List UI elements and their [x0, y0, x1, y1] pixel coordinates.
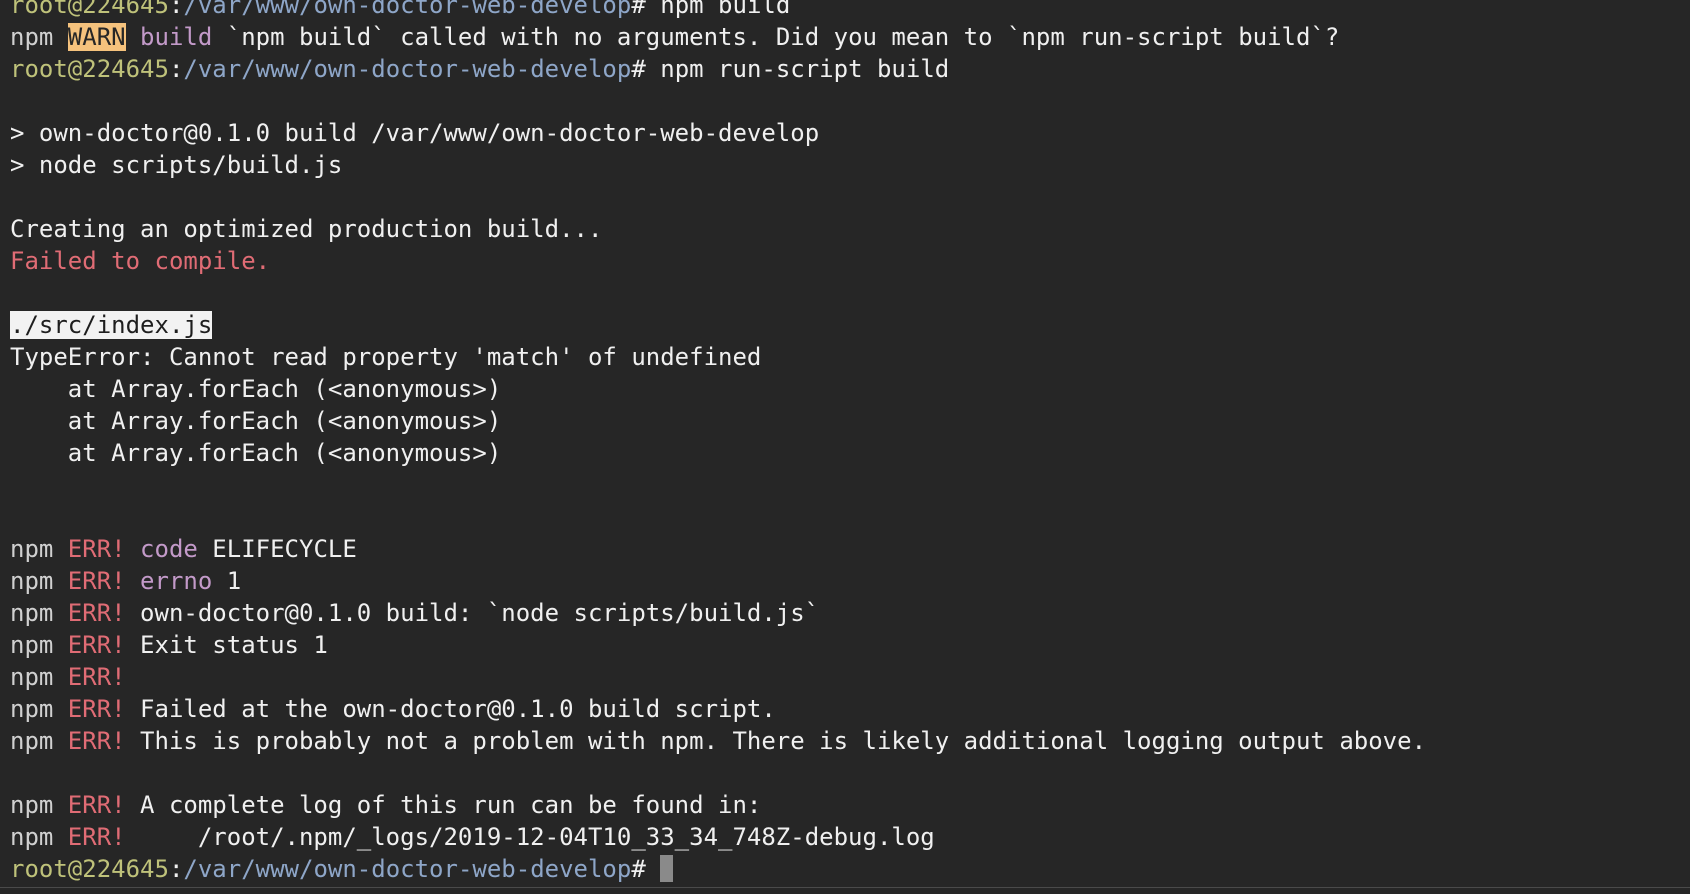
terminal-line: npm ERR! Exit status 1 — [10, 629, 1690, 661]
terminal-line: at Array.forEach (<anonymous>) — [10, 373, 1690, 405]
terminal-text-segment: ELIFECYCLE — [197, 535, 357, 563]
terminal-text-segment: Creating an optimized production build..… — [10, 215, 603, 243]
terminal-line: at Array.forEach (<anonymous>) — [10, 437, 1690, 469]
terminal-line: > own-doctor@0.1.0 build /var/www/own-do… — [10, 117, 1690, 149]
terminal-window[interactable]: root@224645:/var/www/own-doctor-web-deve… — [0, 0, 1690, 894]
terminal-text-segment: /var/www/own-doctor-web-develop — [183, 55, 632, 83]
terminal-text-segment: ERR! — [67, 727, 126, 755]
terminal-text-segment: at Array.forEach (<anonymous>) — [10, 407, 502, 435]
terminal-text-segment: ERR! — [67, 791, 126, 819]
terminal-text-segment: ERR! — [67, 631, 126, 659]
terminal-text-segment: code — [140, 535, 198, 563]
terminal-text-segment: ERR! — [67, 663, 126, 691]
terminal-text-segment: : — [168, 55, 184, 83]
terminal-text-segment: > own-doctor@0.1.0 build /var/www/own-do… — [10, 119, 820, 147]
terminal-text-segment: at Array.forEach (<anonymous>) — [10, 439, 502, 467]
terminal-text-segment: npm — [10, 631, 68, 659]
terminal-text-segment: # npm run-script build — [631, 55, 950, 83]
text-cursor — [659, 855, 673, 882]
terminal-text-segment: npm — [10, 727, 68, 755]
terminal-text-segment: npm — [10, 599, 68, 627]
terminal-line: Failed to compile. — [10, 245, 1690, 277]
terminal-text-segment: root@224645 — [10, 55, 169, 83]
terminal-line: root@224645:/var/www/own-doctor-web-deve… — [10, 53, 1690, 85]
terminal-text-segment: ERR! — [67, 695, 126, 723]
terminal-text-segment: /var/www/own-doctor-web-develop — [183, 0, 632, 19]
terminal-line: npm ERR! errno 1 — [10, 565, 1690, 597]
window-divider — [0, 887, 1690, 888]
terminal-text-segment: Exit status 1 — [125, 631, 328, 659]
terminal-text-segment: npm — [10, 791, 68, 819]
terminal-line: npm ERR! A complete log of this run can … — [10, 789, 1690, 821]
terminal-line: npm ERR! own-doctor@0.1.0 build: `node s… — [10, 597, 1690, 629]
terminal-text-segment: /root/.npm/_logs/2019-12-04T10_33_34_748… — [125, 823, 935, 851]
terminal-text-segment: build — [140, 23, 213, 51]
terminal-text-segment: > node scripts/build.js — [10, 151, 343, 179]
terminal-text-segment: npm — [10, 823, 68, 851]
terminal-text-segment: : — [168, 0, 184, 19]
terminal-output: root@224645:/var/www/own-doctor-web-deve… — [10, 0, 1690, 885]
terminal-text-segment: 1 — [212, 567, 242, 595]
terminal-line: npm ERR! code ELIFECYCLE — [10, 533, 1690, 565]
terminal-text-segment: # — [631, 855, 646, 883]
terminal-text-segment: TypeError: Cannot read property 'match' … — [10, 343, 762, 371]
terminal-text-segment: WARN — [67, 23, 126, 51]
terminal-text-segment: Failed at the own-doctor@0.1.0 build scr… — [125, 695, 776, 723]
terminal-line: npm ERR! Failed at the own-doctor@0.1.0 … — [10, 693, 1690, 725]
terminal-text-segment: # npm build — [631, 0, 791, 19]
terminal-text-segment: npm — [10, 567, 68, 595]
terminal-text-segment: ERR! — [67, 567, 126, 595]
terminal-text-segment: own-doctor@0.1.0 build: `node scripts/bu… — [125, 599, 820, 627]
terminal-text-segment: This is probably not a problem with npm.… — [125, 727, 1427, 755]
terminal-text-segment: npm — [10, 535, 68, 563]
terminal-line: root@224645:/var/www/own-doctor-web-deve… — [10, 853, 1690, 885]
terminal-text-segment: npm — [10, 23, 68, 51]
terminal-line: > node scripts/build.js — [10, 149, 1690, 181]
terminal-line: ./src/index.js — [10, 309, 1690, 341]
terminal-text-segment: errno — [140, 567, 213, 595]
terminal-line: Creating an optimized production build..… — [10, 213, 1690, 245]
terminal-text-segment: /var/www/own-doctor-web-develop — [183, 855, 632, 883]
terminal-text-segment: root@224645 — [10, 855, 169, 883]
terminal-line: npm ERR! /root/.npm/_logs/2019-12-04T10_… — [10, 821, 1690, 853]
terminal-text-segment: root@224645 — [10, 0, 169, 19]
terminal-text-segment: `npm build` called with no arguments. Di… — [212, 23, 1340, 51]
terminal-line: npm ERR! — [10, 661, 1690, 693]
terminal-line: npm WARN build `npm build` called with n… — [10, 21, 1690, 53]
terminal-line: TypeError: Cannot read property 'match' … — [10, 341, 1690, 373]
terminal-line: npm ERR! This is probably not a problem … — [10, 725, 1690, 757]
terminal-text-segment: ./src/index.js — [10, 311, 213, 339]
terminal-text-segment: npm — [10, 663, 68, 691]
terminal-text-segment: : — [168, 855, 184, 883]
terminal-line: at Array.forEach (<anonymous>) — [10, 405, 1690, 437]
terminal-text-segment: ERR! — [67, 599, 126, 627]
terminal-text-segment: npm — [10, 695, 68, 723]
terminal-text-segment: ERR! — [67, 823, 126, 851]
terminal-text-segment: ERR! — [67, 535, 126, 563]
terminal-text-segment: Failed to compile. — [10, 247, 271, 275]
terminal-text-segment: at Array.forEach (<anonymous>) — [10, 375, 502, 403]
terminal-line: root@224645:/var/www/own-doctor-web-deve… — [10, 0, 1690, 21]
terminal-text-segment: A complete log of this run can be found … — [125, 791, 762, 819]
